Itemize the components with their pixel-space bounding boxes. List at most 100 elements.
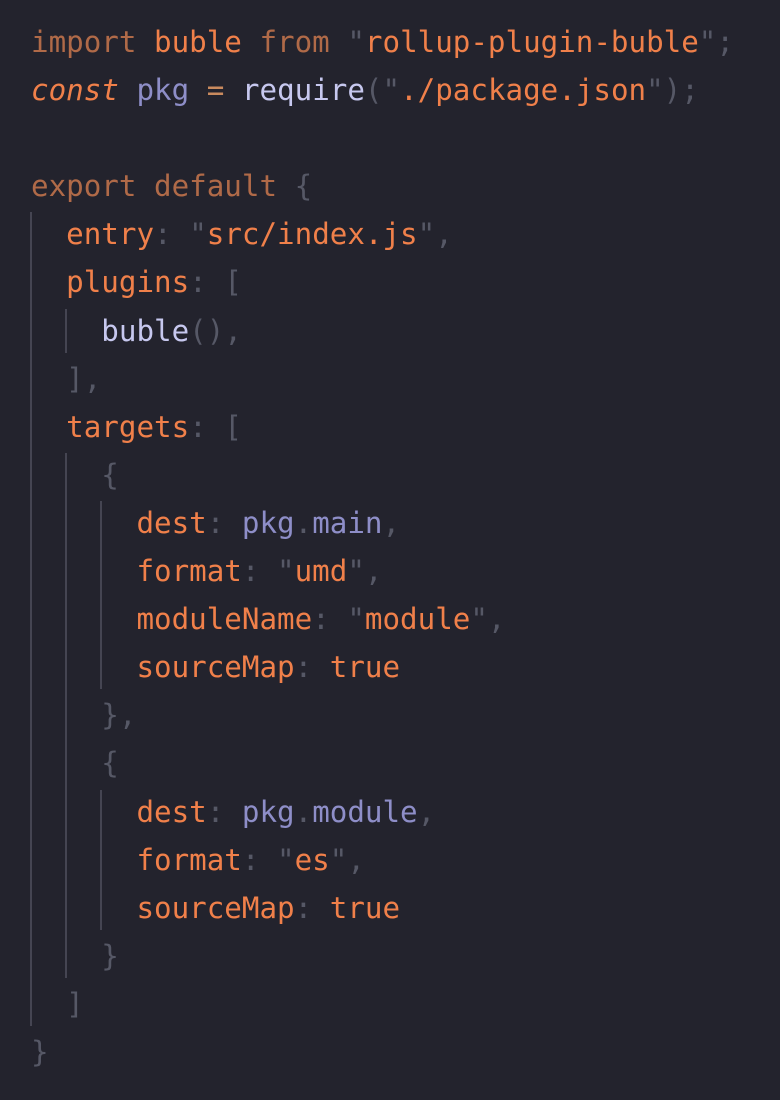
code-token: : bbox=[241, 842, 260, 877]
code-token: module bbox=[312, 794, 418, 829]
code-token: rollup-plugin-buble bbox=[364, 25, 699, 59]
code-token: : bbox=[189, 409, 207, 444]
code-line: dest: pkg.main, bbox=[31, 499, 734, 547]
code-line: dest: pkg.module, bbox=[31, 788, 734, 836]
code-line: ], bbox=[31, 355, 734, 403]
code-line: { bbox=[31, 451, 734, 499]
code-line: export default { bbox=[31, 162, 734, 210]
code-token: : bbox=[189, 265, 207, 300]
code-token: format bbox=[136, 842, 242, 877]
code-token: , bbox=[224, 313, 242, 348]
code-token: . bbox=[294, 505, 313, 540]
code-line: sourceMap: true bbox=[31, 884, 734, 932]
code-token: ./package.json bbox=[400, 73, 647, 108]
code-token: pkg bbox=[241, 505, 295, 540]
code-token: " bbox=[329, 842, 348, 877]
code-token: pkg bbox=[136, 73, 190, 108]
code-token: plugins bbox=[66, 265, 190, 300]
code-token: targets bbox=[66, 409, 190, 444]
code-token: }, bbox=[101, 698, 137, 733]
indent-guide bbox=[30, 212, 32, 1027]
code-token: [ bbox=[224, 409, 242, 444]
code-token: " bbox=[417, 217, 436, 252]
code-token: : bbox=[241, 554, 260, 589]
code-token: " bbox=[277, 554, 295, 589]
code-token: true bbox=[329, 650, 401, 685]
code-token: : bbox=[312, 602, 330, 637]
code-line: } bbox=[31, 932, 734, 980]
code-token: } bbox=[31, 1034, 49, 1069]
code-token: , bbox=[364, 554, 383, 589]
code-token: ; bbox=[716, 25, 734, 59]
code-token: const bbox=[31, 73, 119, 108]
code-token: buble bbox=[101, 313, 190, 348]
code-token: [ bbox=[224, 265, 242, 300]
code-token: { bbox=[294, 169, 313, 204]
code-token: : bbox=[206, 794, 225, 829]
code-token: . bbox=[294, 794, 313, 829]
code-token: src/index.js bbox=[206, 217, 418, 252]
code-token: moduleName bbox=[136, 602, 313, 637]
code-token: , bbox=[347, 842, 365, 877]
code-line: buble(), bbox=[31, 307, 734, 355]
code-line: sourceMap: true bbox=[31, 643, 734, 691]
code-token: from bbox=[259, 25, 330, 59]
code-token: module bbox=[364, 602, 471, 637]
code-token: " bbox=[646, 73, 664, 108]
code-line: } bbox=[31, 1028, 734, 1076]
code-token: ( bbox=[364, 73, 383, 108]
code-token: : bbox=[294, 650, 313, 685]
indent-guide bbox=[65, 308, 68, 353]
code-token: () bbox=[189, 313, 225, 348]
code-token: : bbox=[206, 505, 225, 540]
code-token: " bbox=[347, 554, 365, 589]
code-line: entry: "src/index.js", bbox=[31, 210, 734, 258]
code-token: " bbox=[277, 842, 295, 877]
code-line: const pkg = require("./package.json"); bbox=[31, 66, 734, 114]
code-line: ] bbox=[31, 980, 734, 1028]
code-token: , bbox=[417, 794, 436, 829]
code-token: } bbox=[101, 938, 119, 973]
code-token: format bbox=[136, 554, 242, 589]
code-token: , bbox=[487, 602, 506, 637]
indent-guide bbox=[65, 452, 68, 978]
code-token: es bbox=[294, 842, 330, 877]
code-line: import buble from "rollup-plugin-buble"; bbox=[31, 18, 734, 66]
code-token: export bbox=[31, 169, 137, 204]
code-token: " bbox=[382, 73, 401, 108]
code-token: " bbox=[698, 25, 717, 59]
code-editor[interactable]: import buble from "rollup-plugin-buble";… bbox=[30, 18, 734, 1076]
code-token: umd bbox=[294, 554, 348, 589]
code-token: " bbox=[347, 25, 365, 59]
indent-guide bbox=[100, 501, 103, 690]
code-line: plugins: [ bbox=[31, 258, 734, 306]
code-token: , bbox=[435, 217, 453, 252]
code-token: dest bbox=[136, 505, 207, 540]
code-token: " bbox=[347, 602, 365, 637]
code-line: format: "es", bbox=[31, 836, 734, 884]
code-token: buble bbox=[154, 25, 242, 59]
code-token: " bbox=[189, 217, 207, 252]
code-token: " bbox=[470, 602, 488, 637]
